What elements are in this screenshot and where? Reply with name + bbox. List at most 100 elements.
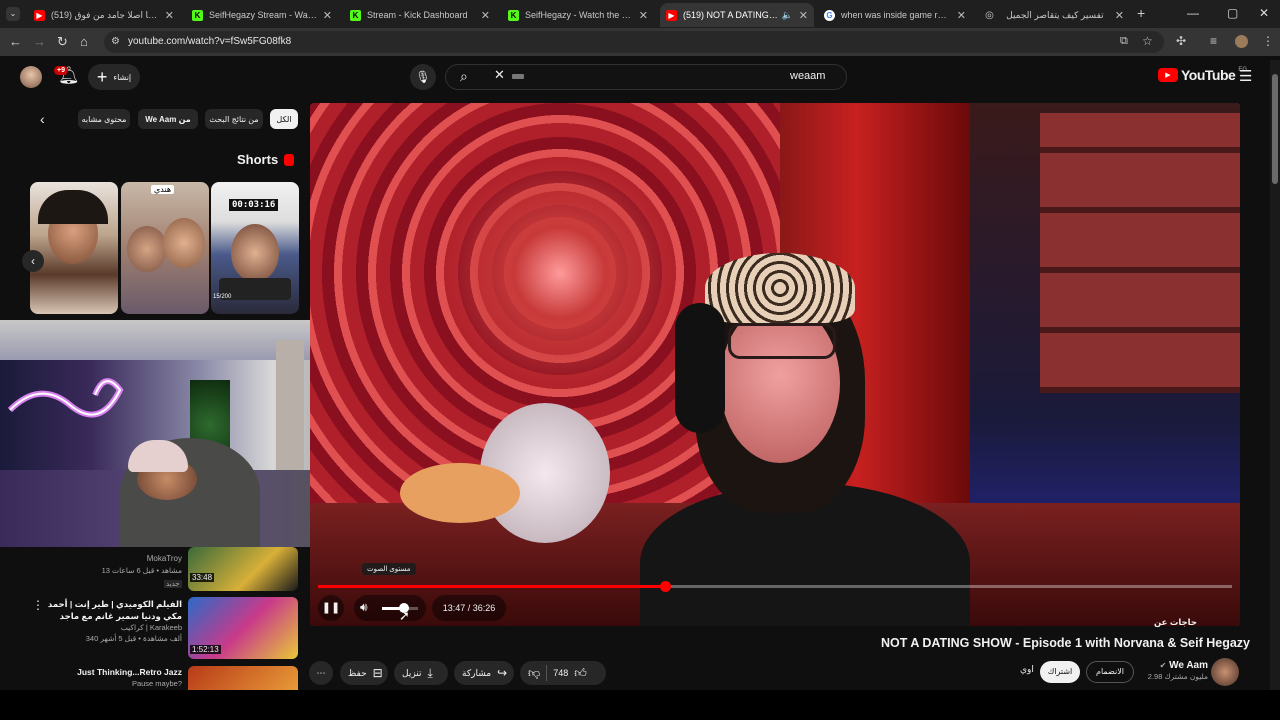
close-icon[interactable]: ✕ — [957, 9, 966, 22]
short-thumbnail[interactable]: هندي — [121, 182, 209, 314]
chips-scroll-left-icon[interactable]: ‹ — [40, 111, 45, 127]
forward-icon[interactable]: → — [33, 34, 46, 49]
chip-from-we-aam[interactable]: We Aam من — [138, 109, 198, 129]
voice-search-button[interactable]: 🎙︎ — [410, 64, 436, 90]
channel-avatar[interactable] — [1211, 658, 1239, 686]
short-thumbnail[interactable] — [30, 182, 118, 314]
extensions-icon[interactable]: ✣ — [1176, 34, 1186, 48]
related-thumbnail[interactable] — [188, 666, 298, 690]
join-button[interactable]: الانضمام — [1086, 661, 1134, 683]
close-icon[interactable]: ✕ — [165, 9, 174, 22]
tab-not-a-dating-show[interactable]: ▶ (519) NOT A DATING SHOW 🔈 ✕ — [660, 3, 814, 27]
shorts-prev-icon[interactable]: ‹ — [22, 250, 44, 272]
save-button[interactable]: حفظ ⊟ — [340, 661, 388, 685]
tab-search-icon[interactable]: ⌄ — [6, 7, 20, 21]
create-label: إنشاء — [113, 72, 132, 82]
video-title: NOT A DATING SHOW - Episode 1 with Norva… — [560, 636, 1250, 660]
chip-label: محتوى مشابه — [81, 114, 127, 124]
youtube-logo[interactable]: ▶ YouTube EG — [1158, 67, 1247, 83]
duration-badge: 33:48 — [190, 573, 215, 582]
close-icon[interactable]: ✕ — [639, 9, 648, 22]
tab-title: Stream - Kick Dashboard — [367, 10, 468, 20]
bookshelf-image — [1040, 113, 1240, 393]
clear-search-icon[interactable]: ✕ — [494, 67, 505, 83]
search-icon[interactable]: ⌕ — [460, 68, 468, 85]
tab-title: (519) NOT A DATING SHOW — [683, 10, 779, 20]
tab-seif-live[interactable]: K SeifHegazy Stream - Watch Live ✕ — [186, 3, 338, 27]
description-snippet: اوي — [1020, 664, 1034, 674]
related-thumbnail[interactable]: 1:52:13 — [188, 597, 298, 659]
more-options-icon[interactable]: ⋮ — [32, 598, 44, 612]
more-actions-button[interactable]: ⋯ — [309, 661, 333, 685]
pause-button[interactable]: ❚❚ — [318, 595, 344, 621]
tab-seif-vod[interactable]: K SeifHegazy - Watch the VOD on ✕ — [502, 3, 654, 27]
tab-mahragan[interactable]: ▶ (519) مهرجان انا اصلا جامد من فوق ✕ — [28, 3, 180, 27]
related-thumbnail[interactable]: 33:48 — [188, 547, 298, 591]
scrollbar-thumb[interactable] — [1272, 74, 1278, 184]
new-tab-icon[interactable]: + — [1137, 5, 1145, 21]
close-icon[interactable]: ✕ — [799, 9, 808, 22]
profile-avatar[interactable] — [1235, 35, 1248, 48]
close-icon[interactable]: ✕ — [1115, 9, 1124, 22]
keyboard-icon[interactable] — [512, 74, 524, 79]
site-info-icon[interactable]: ⚙ — [111, 36, 120, 47]
save-label: حفظ — [348, 667, 367, 678]
search-input[interactable] — [445, 64, 847, 90]
tab-title: SeifHegazy Stream - Watch Live — [209, 10, 317, 20]
bookmark-star-icon[interactable]: ☆ — [1142, 34, 1153, 48]
avatar[interactable] — [20, 66, 42, 88]
chrome-icon: ◎ — [985, 9, 994, 21]
like-icon[interactable]: 👍︎ — [574, 666, 587, 681]
volume-control[interactable]: 🔊︎ — [354, 595, 426, 621]
download-button[interactable]: تنزيل ⤓ — [394, 661, 448, 685]
speaker-icon[interactable]: 🔈 — [782, 10, 793, 21]
time-display: 13:47 / 36:26 — [432, 595, 506, 621]
chip-label: الكل — [276, 114, 292, 124]
maximize-icon[interactable]: ▢ — [1227, 6, 1238, 20]
close-icon[interactable]: ✕ — [481, 9, 490, 22]
close-window-icon[interactable]: ✕ — [1259, 6, 1269, 20]
reading-list-icon[interactable]: ≡ — [1210, 34, 1217, 48]
like-count[interactable]: 748 — [553, 668, 568, 678]
chip-from-search[interactable]: من نتائج البحث — [205, 109, 263, 129]
page-scrollbar[interactable] — [1270, 60, 1280, 690]
dislike-icon[interactable]: 👎︎ — [528, 666, 540, 681]
close-icon[interactable]: ✕ — [323, 9, 332, 22]
back-icon[interactable]: ← — [9, 34, 22, 49]
channel-info[interactable]: ✔ We Aam 2.98 مليون مشترك — [1140, 659, 1208, 681]
menu-dots-icon[interactable]: ⋮ — [1262, 34, 1274, 48]
install-app-icon[interactable]: ⧉ — [1120, 35, 1128, 48]
chip-all[interactable]: الكل — [270, 109, 298, 129]
tab-tafsir[interactable]: ◎ تفسير كيف يتقاصر الجميل ✕ — [978, 3, 1130, 27]
create-button[interactable]: + إنشاء — [88, 64, 140, 90]
kick-icon: K — [350, 9, 361, 21]
bookmark-icon: ⊟ — [372, 666, 383, 680]
tab-google-search[interactable]: G when was inside game released ✕ — [818, 3, 972, 27]
subscribe-button[interactable]: اشتراك — [1040, 661, 1080, 683]
video-title-text: NOT A DATING SHOW - Episode 1 with Norva… — [880, 636, 1250, 650]
video-player[interactable]: Mohamed_Fawzyy بس عايزين نبقي نعمل حوار … — [310, 103, 1240, 626]
related-video-info[interactable]: Just Thinking...Retro Jazz Pause maybe? — [44, 666, 182, 689]
channel-name: Pause maybe? — [131, 679, 182, 688]
minimize-icon[interactable]: — — [1187, 6, 1199, 20]
related-video-info[interactable]: الفيلم الكوميدي | طير إنت | أحمد مكي ودن… — [44, 598, 182, 644]
join-label: الانضمام — [1096, 667, 1124, 676]
plush-bread-image — [400, 463, 520, 523]
short-thumbnail[interactable]: 00:03:16 15/200 — [211, 182, 299, 314]
progress-track[interactable] — [318, 581, 1232, 592]
tab-kick-dashboard[interactable]: K Stream - Kick Dashboard ✕ — [344, 3, 496, 27]
home-icon[interactable]: ⌂ — [80, 34, 88, 49]
browser-tab-strip: ⌄ ▶ (519) مهرجان انا اصلا جامد من فوق ✕ … — [0, 0, 1280, 28]
youtube-logo-icon: ▶ — [1158, 68, 1178, 82]
face-image — [163, 218, 205, 268]
share-label: مشاركة — [462, 667, 492, 678]
chip-related[interactable]: محتوى مشابه — [78, 109, 130, 129]
google-icon: G — [824, 9, 835, 21]
tab-title: when was inside game released — [841, 10, 951, 20]
hamburger-menu-icon[interactable]: ☰ — [1239, 67, 1252, 85]
headphones-image — [675, 303, 725, 433]
notification-badge: +9 — [54, 66, 68, 75]
face-image — [127, 226, 167, 272]
share-button[interactable]: مشاركة ↪ — [454, 661, 514, 685]
reload-icon[interactable]: ↻ — [57, 34, 68, 50]
